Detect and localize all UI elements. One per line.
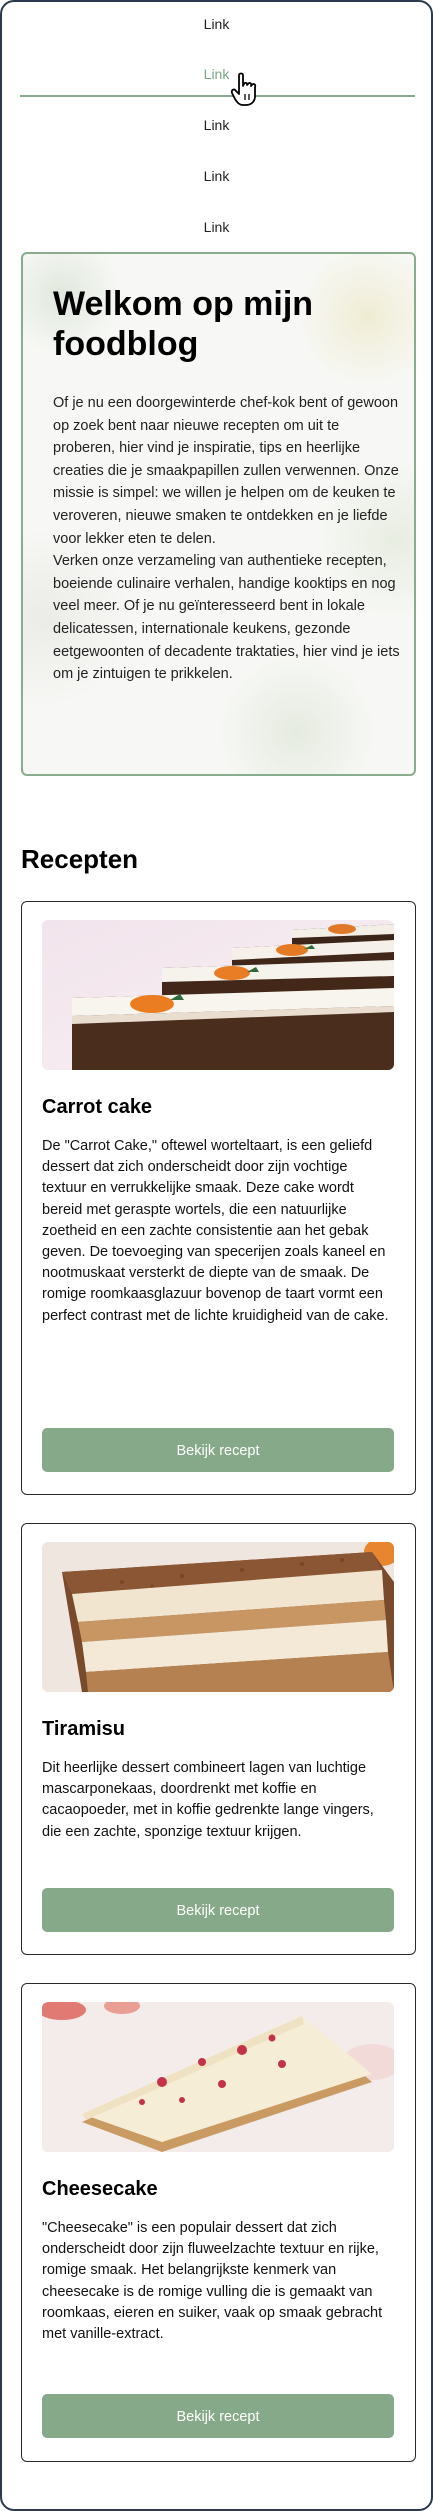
recipe-description: "Cheesecake" is een populair dessert dat… <box>42 2220 383 2343</box>
hero-banner: Welkom op mijn foodblog Of je nu een doo… <box>21 252 416 776</box>
nav-active-underline <box>20 95 415 97</box>
recipe-description: De "Carrot Cake," oftewel worteltaart, i… <box>42 1138 389 1324</box>
nav-link-1[interactable]: Link <box>2 16 431 32</box>
recipe-title: Carrot cake <box>42 1096 153 1118</box>
nav-link-5[interactable]: Link <box>2 219 431 235</box>
hand-pointer-cursor-icon <box>230 72 257 106</box>
recipe-card-tiramisu: Tiramisu Dit heerlijke dessert combineer… <box>21 1523 416 1955</box>
recipe-title: Tiramisu <box>42 1718 125 1740</box>
recipe-title: Cheesecake <box>42 2178 158 2200</box>
recipe-card-carrot-cake: Carrot cake De "Carrot Cake," oftewel wo… <box>21 901 416 1495</box>
page-frame: Link Link Link Link Link Welkom op mijn … <box>0 0 433 2511</box>
cheesecake-image <box>42 2002 394 2152</box>
hero-title: Welkom op mijn foodblog <box>53 285 314 363</box>
carrot-cake-image <box>42 920 394 1070</box>
tiramisu-image <box>42 1542 394 1692</box>
view-recipe-button[interactable]: Bekijk recept <box>42 1428 394 1472</box>
view-recipe-button[interactable]: Bekijk recept <box>42 2394 394 2438</box>
recipe-card-cheesecake: Cheesecake "Cheesecake" is een populair … <box>21 1983 416 2462</box>
hero-text: Of je nu een doorgewinterde chef-kok ben… <box>53 395 400 683</box>
nav-link-4[interactable]: Link <box>2 168 431 184</box>
recipe-description: Dit heerlijke dessert combineert lagen v… <box>42 1760 374 1840</box>
nav-link-2[interactable]: Link <box>2 66 431 82</box>
view-recipe-button[interactable]: Bekijk recept <box>42 1888 394 1932</box>
recipes-section-title: Recepten <box>21 844 139 874</box>
nav-link-3[interactable]: Link <box>2 117 431 133</box>
